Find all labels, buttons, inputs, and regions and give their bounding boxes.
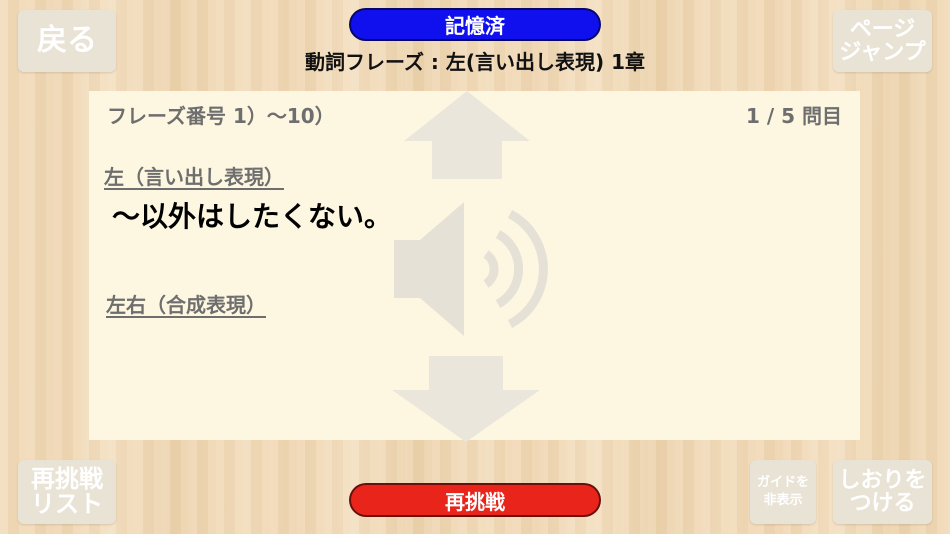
arrow-down-icon[interactable] — [392, 356, 540, 442]
retry-list-label-line2: リスト — [31, 490, 103, 518]
speaker-icon[interactable] — [394, 202, 556, 336]
bookmark-label-line1: しおりを — [838, 467, 927, 493]
memorized-button[interactable]: 記憶済 — [349, 8, 601, 41]
main-phrase: 〜以外はしたくない。 — [112, 200, 393, 233]
category-link-left[interactable]: 左（言い出し表現） — [104, 161, 284, 190]
memorized-button-label: 記憶済 — [445, 14, 505, 38]
page-jump-button[interactable]: ページ ジャンプ — [833, 10, 932, 72]
chapter-title: 動詞フレーズ : 左(言い出し表現) 1章 — [304, 50, 646, 74]
hide-guide-label-line1: ガイドを — [756, 475, 809, 491]
question-progress: 1 / 5 問目 — [745, 104, 842, 128]
bookmark-button[interactable]: しおりを つける — [833, 460, 932, 524]
hide-guide-label-line2: 非表示 — [763, 493, 803, 508]
category-link-left-right[interactable]: 左右（合成表現） — [106, 289, 266, 318]
back-button-label: 戻る — [37, 23, 97, 59]
arrow-up-icon[interactable] — [404, 91, 530, 179]
retry-list-label-line1: 再挑戦 — [31, 464, 103, 493]
retry-button-label: 再挑戦 — [445, 489, 505, 514]
bookmark-label-line2: つける — [849, 491, 916, 516]
hide-guide-button[interactable]: ガイドを 非表示 — [750, 460, 816, 524]
page-jump-label-line1: ページ — [849, 16, 916, 42]
page-jump-label-line2: ジャンプ — [839, 40, 926, 65]
retry-button[interactable]: 再挑戦 — [349, 483, 601, 517]
back-button[interactable]: 戻る — [18, 10, 116, 72]
phrase-range: フレーズ番号 1）〜10） — [107, 104, 335, 128]
retry-list-button[interactable]: 再挑戦 リスト — [18, 460, 116, 524]
